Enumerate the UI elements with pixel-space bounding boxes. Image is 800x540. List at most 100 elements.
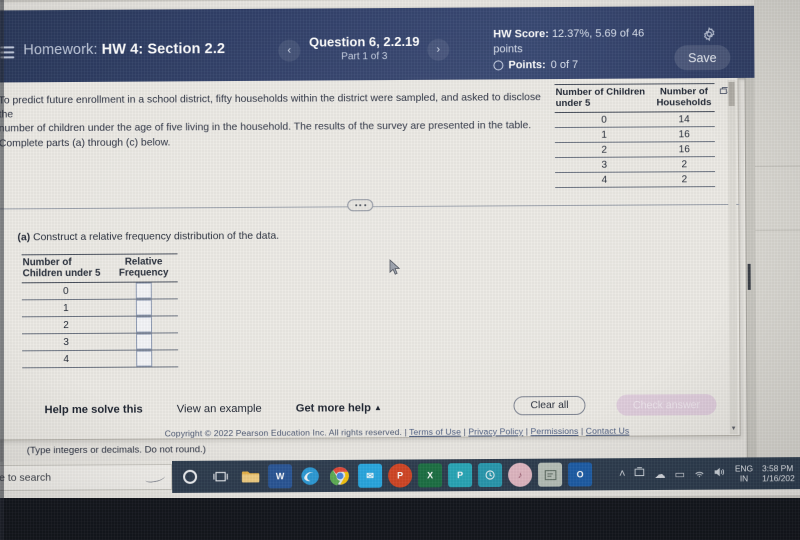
clock-time: 3:58 PM [762,463,794,474]
screen-bezel-left [0,0,4,540]
given-cell-children: 4 [555,171,654,188]
given-table-body: 0 1 4 1 16 2 16 3 2 4 2 [554,111,716,188]
answer-cell-input[interactable] [110,332,179,351]
assignment-header: Homework: HW 4: Section 2.2 ‹ Question 6… [0,5,757,83]
answer-header-relfreq: Relative Frequency [109,253,178,283]
wifi-icon[interactable] [694,467,705,480]
card-scrollbar-thumb[interactable] [728,81,735,106]
permissions-link[interactable]: Permissions [531,426,579,436]
given-header-children: Number of Children under 5 [554,83,654,113]
answer-cell-input[interactable] [109,298,178,317]
part-a-prompt: (a) Construct a relative frequency distr… [17,231,279,244]
answer-cell-children: 2 [21,316,111,334]
given-cell-households: 2 [653,156,716,172]
show-hidden-icons-chevron[interactable]: ˄ [619,468,626,480]
question-part: Part 1 of 3 [341,51,388,63]
clock-and-date[interactable]: 3:58 PM 1/16/202 [762,463,798,483]
help-me-solve-this-link[interactable]: Help me solve this [44,404,142,417]
screen-bezel-bottom [0,498,800,540]
footer-sep-2: | [463,426,466,437]
given-cell-households: 16 [653,141,715,157]
given-cell-households: 2 [653,171,716,187]
volume-icon[interactable] [714,467,726,481]
music-icon[interactable]: ♪ [508,462,533,487]
check-answer-label: Check answer [632,398,701,412]
given-cell-children: 0 [554,111,654,128]
excel-icon[interactable]: X [418,463,443,488]
relative-frequency-input-1[interactable] [135,299,152,316]
question-line-3: Complete parts (a) through (c) below. [0,137,171,150]
table-row: 1 16 [554,126,715,143]
card-scrollbar[interactable]: ▼ [727,79,738,434]
check-answer-button[interactable]: Check answer [616,394,717,416]
mail-icon[interactable]: ✉ [358,463,383,488]
previous-question-button[interactable]: ‹ [278,39,301,62]
table-row: 3 [22,332,179,351]
question-number: Question 6, 2.2.19 [308,33,420,50]
answer-header-children-line1: Number of [22,257,72,269]
browser-scrollbar-thumb[interactable] [747,263,751,290]
powerpoint-icon[interactable]: P [448,463,473,488]
answer-cell-input[interactable] [110,349,179,368]
chrome-icon[interactable] [328,464,352,488]
save-button[interactable]: Save [674,44,731,71]
privacy-policy-link[interactable]: Privacy Policy [468,426,523,436]
clock-date: 1/16/202 [762,473,795,484]
homework-name: HW 4: Section 2.2 [101,41,226,58]
relative-frequency-input-0[interactable] [135,282,152,299]
answer-cell-input[interactable] [109,315,179,334]
powerpoint-icon-label: P [457,470,464,481]
next-question-button[interactable]: › [427,38,450,61]
outlook-icon[interactable]: O [568,462,593,487]
chevron-right-icon: › [436,43,441,56]
answer-cell-input[interactable] [109,281,178,300]
points-circle-icon [493,60,504,71]
table-row: 2 16 [554,141,715,158]
task-view-button[interactable] [208,465,232,489]
photographed-screen: Homework: HW 4: Section 2.2 ‹ Question 6… [0,0,800,540]
expand-dots-button[interactable] [347,199,374,212]
clear-all-button[interactable]: Clear all [513,395,586,416]
score-summary: HW Score: 12.37%, 5.69 of 46 points Poin… [493,26,673,73]
given-cell-children: 1 [554,126,654,143]
get-more-help-label: Get more help [295,402,372,415]
given-header-children-line2: under 5 [555,97,591,110]
excel-icon-label: X [427,470,434,481]
answer-header-children: Number of Children under 5 [21,254,110,283]
table-row: 4 2 [555,171,716,188]
homework-title: Homework: HW 4: Section 2.2 [23,41,225,58]
teams-icon[interactable] [478,462,503,488]
relative-frequency-input-2[interactable] [135,316,153,333]
given-data-table-element: Number of Children under 5 Number of Hou… [554,83,716,188]
terms-of-use-link[interactable]: Terms of Use [409,427,461,437]
relative-frequency-input-4[interactable] [136,350,153,367]
gear-icon[interactable] [701,26,717,42]
language-line-2: IN [739,473,749,484]
system-tray: ˄ ☁ ▭ ENG IN 3:58 PM 1/16/202 [619,457,800,490]
word-icon[interactable]: W [268,464,293,489]
screen-cast-icon[interactable] [634,467,645,481]
file-explorer-icon[interactable] [238,464,262,488]
contact-us-link[interactable]: Contact Us [586,426,630,436]
search-input[interactable]: e to search [0,472,51,484]
view-an-example-link[interactable]: View an example [177,403,262,416]
hw-score-label: HW Score: [493,28,549,41]
answer-header-relfreq-line2: Frequency [118,267,169,279]
get-more-help-link[interactable]: Get more help ▲ [295,402,382,415]
relative-frequency-input-3[interactable] [136,333,153,350]
table-row: 2 [21,315,179,334]
table-row: 4 [22,349,179,368]
powerpoint-alt-icon-label: P [397,470,404,481]
clear-all-label: Clear all [530,399,569,412]
start-cortana-button[interactable] [178,465,202,489]
relative-frequency-table-element: Number of Children under 5 Relative Freq… [21,253,179,368]
notes-icon[interactable] [538,462,563,487]
language-indicator[interactable]: ENG IN [735,463,753,483]
windows-taskbar: e to search W ✉ P X P ♪ O ˄ ☁ ▭ ENG IN 3… [0,457,800,500]
edge-icon[interactable] [298,464,322,488]
given-cell-children: 3 [554,156,654,173]
powerpoint-alt-icon[interactable]: P [388,463,413,488]
answer-cell-children: 1 [21,299,110,317]
onedrive-cloud-icon[interactable]: ☁ [654,467,665,480]
battery-icon[interactable]: ▭ [674,467,684,480]
